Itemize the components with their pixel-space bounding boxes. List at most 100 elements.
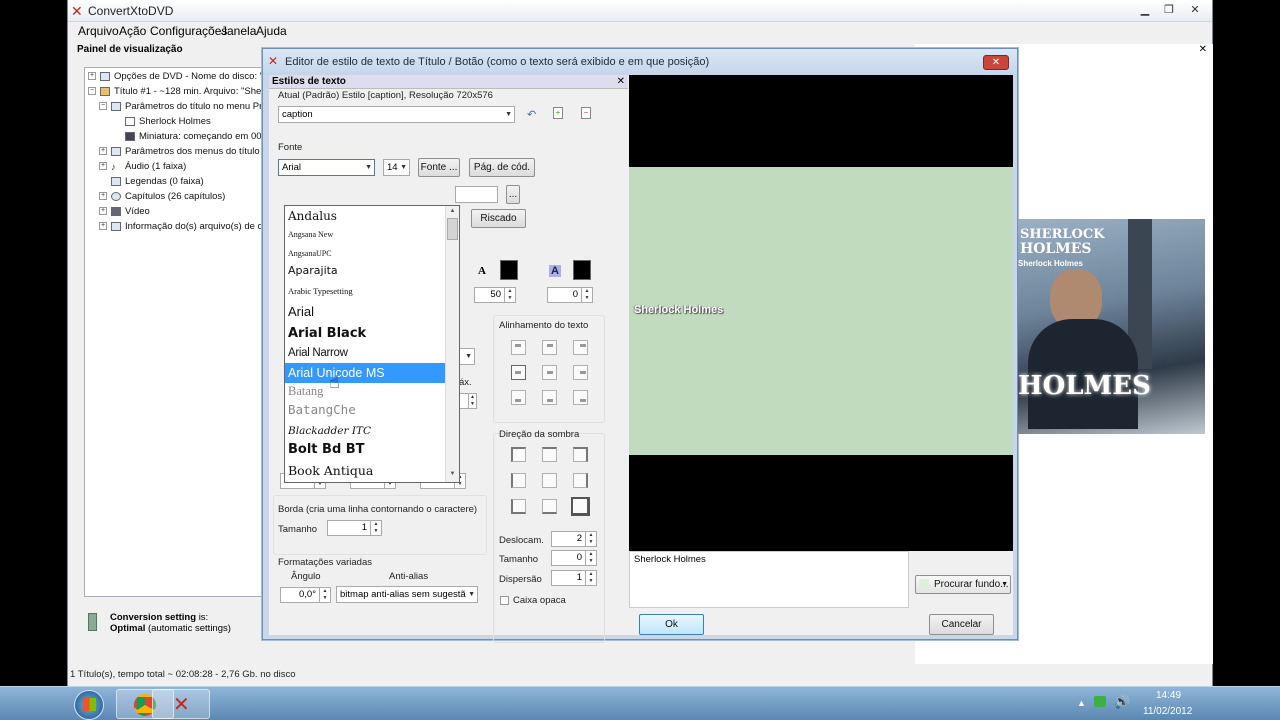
font-option[interactable]: Bolt Bd BT [285,440,445,460]
shadow-top-right-button[interactable] [573,447,588,462]
tree-item[interactable]: + Vídeo [99,206,150,220]
expand-icon[interactable]: + [99,162,107,171]
browse-background-button[interactable]: Procurar fundo... ▼ [915,575,1011,594]
collapse-icon[interactable]: − [88,87,96,96]
tray-expand-icon[interactable]: ▲ [1077,698,1086,708]
align-top-left-button[interactable] [511,340,526,355]
add-style-icon[interactable]: + [553,107,563,119]
convertxtodvd-taskbar-button[interactable]: ✕ [152,689,210,719]
clock-time[interactable]: 14:49 [1156,690,1181,701]
font-option[interactable]: Batang [285,381,445,401]
font-size-select[interactable]: 14 ▼ [383,159,410,176]
volume-icon[interactable]: 🔊 [1114,694,1130,710]
align-bottom-left-button[interactable] [511,390,526,405]
close-button[interactable]: ✕ [1184,3,1206,19]
shadow-left-button[interactable] [511,473,526,488]
network-icon[interactable] [1094,696,1106,707]
border-size-spin[interactable]: 1 ▲ ▼ [327,520,382,536]
preview-canvas[interactable]: Sherlock Holmes [629,167,1013,455]
scroll-up-icon[interactable]: ▲ [447,208,458,216]
shadow-none-button[interactable] [542,473,557,488]
tree-item[interactable]: Miniatura: começando em 00:0 [125,131,263,145]
spin-arrows-icon[interactable]: ▲▼ [370,521,381,535]
panel-close-icon[interactable]: ✕ [1199,44,1207,55]
menu-configuracoes[interactable]: Configurações [150,24,227,38]
collapse-icon[interactable]: − [99,102,107,111]
cancel-button[interactable]: Cancelar [929,614,994,635]
font-option[interactable]: Arial Black [285,324,445,344]
menu-ajuda[interactable]: Ajuda [256,24,287,38]
angle-spin[interactable]: 0,0° ▲ ▼ [280,587,331,603]
menu-arquivo[interactable]: Arquivo [78,24,119,38]
spin-arrows-icon[interactable]: ▲▼ [581,288,592,302]
font-combo[interactable]: Arial ▼ [278,159,375,176]
font-option[interactable]: Andalus [285,206,445,226]
font-button[interactable]: Fonte ... [418,158,460,177]
font-option-selected[interactable]: Arial Unicode MS [285,363,445,383]
maximize-button[interactable]: ❐ [1158,3,1180,19]
font-option[interactable]: Arabic Typesetting [285,281,445,301]
font-option[interactable]: BatangChe [285,400,445,420]
shadow-size-spin[interactable]: 0 ▲ ▼ [551,550,597,566]
dispersion-spin[interactable]: 1 ▲ ▼ [551,570,597,586]
start-button[interactable] [74,690,104,720]
font-option[interactable]: Arial [285,302,445,322]
strike-button[interactable]: Riscado [471,209,526,228]
remove-style-icon[interactable]: − [581,107,591,119]
menu-acao[interactable]: Ação [119,24,146,38]
tree-item[interactable]: + Opções de DVD - Nome do disco: "Fil [88,71,263,85]
transparency-left-spin[interactable]: 50 ▲ ▼ [474,287,516,303]
dialog-close-button[interactable]: ✕ [983,55,1009,70]
codepage-button[interactable]: Pág. de cód. [469,158,535,177]
offset-spin[interactable]: 2 ▲ ▼ [551,531,597,547]
more-button[interactable]: ... [506,185,520,204]
expand-icon[interactable]: + [88,72,96,81]
font-option[interactable]: Book Antiqua [285,461,445,481]
outline-color-swatch[interactable] [573,260,591,280]
tree-item[interactable]: + ♪ Áudio (1 faixa) [99,161,186,175]
ok-button[interactable]: Ok [639,614,704,635]
preview-text[interactable]: Sherlock Holmes [634,304,723,316]
clock-date[interactable]: 11/02/2012 [1143,706,1192,717]
style-select[interactable]: caption ▼ [278,106,515,123]
shadow-bottom-left-button[interactable] [511,499,526,514]
spin-arrows-icon[interactable]: ▲▼ [319,588,330,602]
font-option[interactable]: Blackadder ITC [285,421,445,441]
hidden-select[interactable]: ▼ [459,348,475,365]
shadow-top-left-button[interactable] [511,447,526,462]
spin-arrows-icon[interactable]: ▲▼ [585,551,596,565]
opaque-box-checkbox[interactable] [500,596,509,605]
spin-arrows-icon[interactable]: ▲▼ [585,532,596,546]
expand-icon[interactable]: + [99,192,107,201]
expand-icon[interactable]: + [99,207,107,216]
tree-item[interactable]: Legendas (0 faixa) [111,176,204,190]
transparency-right-spin[interactable]: 0 ▲ ▼ [547,287,593,303]
font-option[interactable]: Angsana New [285,225,445,245]
align-top-center-button[interactable] [542,340,557,355]
align-bottom-right-button[interactable] [573,390,588,405]
spin-arrows-icon[interactable]: ▲▼ [468,394,476,408]
tree-item[interactable]: + Informação do(s) arquivo(s) de or [99,221,263,235]
align-bottom-center-button[interactable] [542,390,557,405]
align-middle-center-button[interactable] [542,365,557,380]
shadow-right-button[interactable] [573,473,588,488]
align-middle-right-button[interactable] [573,365,588,380]
tree-item[interactable]: + Parâmetros dos menus do título [99,146,260,160]
menu-janela[interactable]: Janela [221,24,256,38]
font-dropdown-list[interactable]: Andalus Angsana New AngsanaUPC Aparajita… [284,205,460,483]
antialias-select[interactable]: bitmap anti-alias sem sugestã ▼ [336,586,478,603]
revert-icon[interactable]: ↶ [527,108,536,121]
styles-close-icon[interactable]: ✕ [617,75,625,89]
align-top-right-button[interactable] [573,340,588,355]
preview-text-edit[interactable]: Sherlock Holmes [629,551,909,608]
expand-icon[interactable]: + [99,222,107,231]
font-option[interactable]: Arial Narrow [285,343,445,363]
spin-arrows-icon[interactable]: ▲▼ [504,288,515,302]
color-field[interactable] [455,186,498,203]
tree-item[interactable]: Sherlock Holmes [125,116,211,130]
shadow-bottom-right-button[interactable] [571,497,590,516]
font-option[interactable]: Aparajita [285,261,445,281]
tree-item[interactable]: + Capítulos (26 capítulos) [99,191,225,205]
minimize-button[interactable]: ▁ [1134,3,1156,19]
shadow-top-button[interactable] [542,447,557,462]
